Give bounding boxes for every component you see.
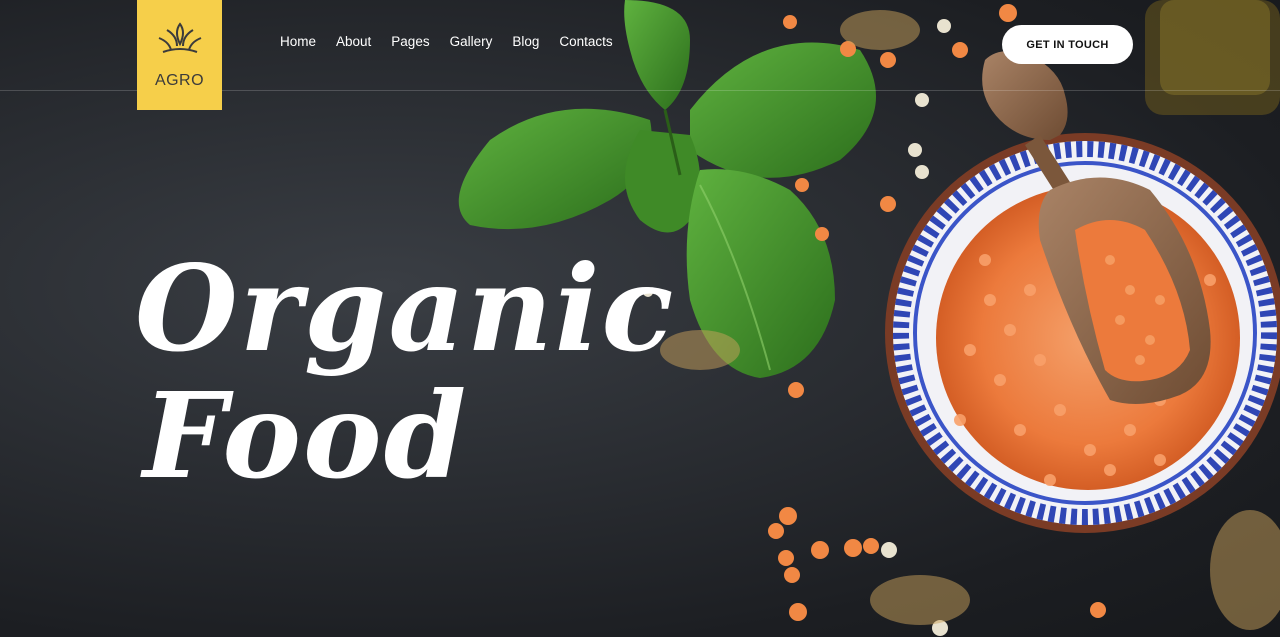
brand-logo[interactable]: AGRO xyxy=(137,0,222,110)
nav-item-gallery[interactable]: Gallery xyxy=(450,34,493,49)
hero-headline-line2: Food xyxy=(143,366,469,506)
brand-name: AGRO xyxy=(154,72,205,89)
nav-item-home[interactable]: Home xyxy=(280,34,316,49)
hero-headline: Organic Food xyxy=(135,245,675,500)
nav-item-blog[interactable]: Blog xyxy=(512,34,539,49)
nav-item-contacts[interactable]: Contacts xyxy=(559,34,612,49)
get-in-touch-button[interactable]: GET IN TOUCH xyxy=(1002,25,1133,64)
leaf-icon xyxy=(158,22,202,53)
nav-item-about[interactable]: About xyxy=(336,34,371,49)
nav-item-pages[interactable]: Pages xyxy=(391,34,429,49)
main-nav: Home About Pages Gallery Blog Contacts xyxy=(280,34,633,49)
hero-headline-line1: Organic xyxy=(135,239,676,378)
